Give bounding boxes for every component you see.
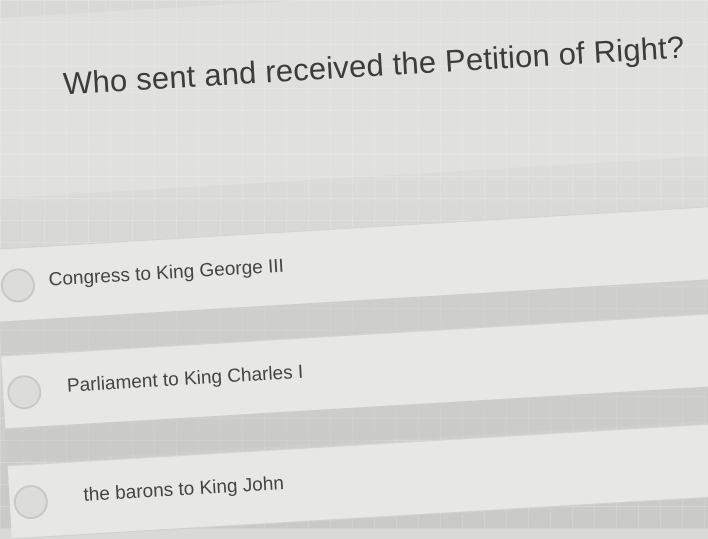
radio-button-3[interactable]	[12, 484, 49, 521]
radio-button-2[interactable]	[6, 374, 43, 411]
answer-option-label: Congress to King George III	[48, 255, 285, 291]
radio-button-1[interactable]	[0, 267, 36, 304]
answer-option-label: the barons to King John	[82, 473, 285, 506]
quiz-container: Who sent and received the Petition of Ri…	[0, 0, 708, 539]
answer-option-label: Parliament to King Charles I	[66, 361, 304, 397]
